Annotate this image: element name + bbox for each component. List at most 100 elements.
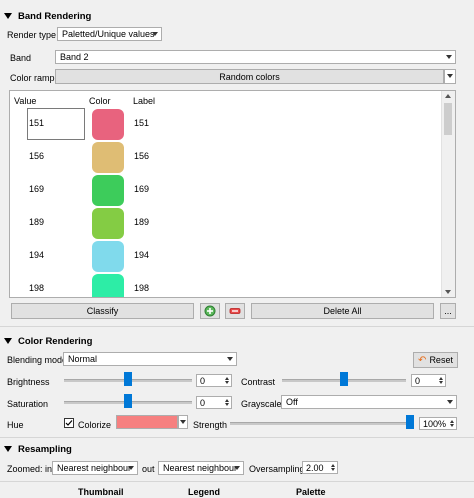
color-swatch[interactable] — [92, 241, 124, 272]
chevron-down-icon — [180, 420, 186, 424]
grayscale-select[interactable]: Off — [281, 395, 457, 409]
collapse-arrow-icon — [4, 13, 12, 19]
reset-button[interactable]: ↶ Reset — [413, 352, 458, 368]
oversampling-label: Oversampling — [249, 464, 305, 474]
minus-icon — [229, 308, 241, 314]
strength-spinbox[interactable]: 100% — [419, 417, 457, 430]
render-type-label: Render type — [7, 30, 57, 40]
section-divider — [0, 481, 474, 482]
spin-up-icon[interactable] — [225, 399, 229, 402]
table-row[interactable]: 151 151 — [10, 108, 443, 141]
strength-label: Strength — [193, 420, 228, 430]
table-row[interactable]: 156 156 — [10, 141, 443, 174]
chevron-down-icon — [227, 357, 233, 361]
spin-down-icon[interactable] — [439, 381, 443, 384]
strength-slider-handle[interactable] — [406, 415, 414, 429]
brightness-label: Brightness — [7, 377, 50, 387]
colorize-label: Colorize — [78, 420, 112, 430]
color-swatch[interactable] — [92, 175, 124, 206]
grayscale-label: Grayscale — [241, 399, 282, 409]
classify-button[interactable]: Classify — [11, 303, 194, 319]
color-ramp-label: Color ramp — [10, 73, 55, 83]
color-swatch[interactable] — [92, 274, 124, 297]
table-row[interactable]: 198 198 — [10, 273, 443, 297]
chevron-down-icon — [128, 466, 134, 470]
thumbnail-header: Thumbnail — [78, 487, 124, 497]
palette-table[interactable]: Value Color Label 151 151 156 156 169 16… — [9, 90, 456, 298]
band-select[interactable]: Band 2 — [55, 50, 456, 64]
legend-header: Legend — [188, 487, 221, 497]
resampling-header[interactable]: Resampling — [0, 441, 474, 457]
spin-down-icon[interactable] — [331, 468, 335, 471]
spin-up-icon[interactable] — [331, 464, 335, 467]
spin-down-icon[interactable] — [450, 424, 454, 427]
band-rendering-title: Band Rendering — [18, 10, 92, 22]
blending-mode-label: Blending mode — [7, 355, 68, 365]
color-ramp-dropdown[interactable] — [444, 69, 456, 84]
row-label: 189 — [134, 217, 150, 227]
color-swatch[interactable] — [92, 109, 124, 140]
render-type-select[interactable]: Paletted/Unique values — [57, 27, 162, 41]
blending-mode-select[interactable]: Normal — [63, 352, 237, 366]
brightness-slider-handle[interactable] — [124, 372, 132, 386]
table-row[interactable]: 194 194 — [10, 240, 443, 273]
row-label: 151 — [134, 118, 150, 128]
contrast-slider-handle[interactable] — [340, 372, 348, 386]
spin-down-icon[interactable] — [225, 381, 229, 384]
color-ramp-button[interactable]: Random colors — [55, 69, 444, 84]
chevron-down-icon — [447, 400, 453, 404]
colorize-color-button[interactable] — [116, 415, 178, 429]
chevron-down-icon — [152, 32, 158, 36]
scroll-thumb[interactable] — [444, 103, 452, 135]
spin-up-icon[interactable] — [450, 420, 454, 423]
oversampling-spinbox[interactable]: 2.00 — [302, 461, 338, 474]
remove-entry-button[interactable] — [225, 303, 245, 319]
collapse-arrow-icon — [4, 446, 12, 452]
zoomed-out-label: out — [142, 464, 155, 474]
palette-header: Palette — [296, 487, 326, 497]
color-swatch[interactable] — [92, 208, 124, 239]
band-label: Band — [10, 53, 32, 63]
row-value: 151 — [29, 118, 45, 128]
column-header-color: Color — [89, 96, 111, 106]
section-divider — [0, 326, 474, 327]
scroll-down-icon[interactable] — [445, 290, 451, 294]
color-rendering-title: Color Rendering — [18, 335, 93, 347]
spin-down-icon[interactable] — [225, 403, 229, 406]
scroll-up-icon[interactable] — [445, 94, 451, 98]
brightness-spinbox[interactable]: 0 — [196, 374, 232, 387]
saturation-slider-handle[interactable] — [124, 394, 132, 408]
zoomed-in-label: Zoomed: in — [7, 464, 53, 474]
column-header-label: Label — [133, 96, 156, 106]
strength-slider[interactable] — [230, 422, 412, 425]
add-entry-button[interactable] — [200, 303, 220, 319]
saturation-spinbox[interactable]: 0 — [196, 396, 232, 409]
colorize-checkbox[interactable] — [64, 418, 74, 428]
row-value: 169 — [29, 184, 45, 194]
chevron-down-icon — [446, 55, 452, 59]
color-swatch[interactable] — [92, 142, 124, 173]
row-label: 194 — [134, 250, 150, 260]
resampling-title: Resampling — [18, 443, 72, 455]
spin-up-icon[interactable] — [439, 377, 443, 380]
zoomed-out-select[interactable]: Nearest neighbour — [158, 461, 244, 475]
table-scrollbar[interactable] — [441, 91, 455, 297]
table-row[interactable]: 189 189 — [10, 207, 443, 240]
band-rendering-header[interactable]: Band Rendering — [0, 8, 474, 24]
more-options-button[interactable]: ... — [440, 303, 456, 319]
contrast-spinbox[interactable]: 0 — [411, 374, 446, 387]
section-divider — [0, 437, 474, 438]
zoomed-in-select[interactable]: Nearest neighbour — [52, 461, 138, 475]
contrast-label: Contrast — [241, 377, 276, 387]
saturation-label: Saturation — [7, 399, 49, 409]
row-label: 198 — [134, 283, 150, 293]
row-value: 189 — [29, 217, 45, 227]
colorize-color-dropdown[interactable] — [178, 415, 188, 429]
chevron-down-icon — [447, 74, 453, 78]
row-label: 169 — [134, 184, 150, 194]
row-label: 156 — [134, 151, 150, 161]
color-rendering-header[interactable]: Color Rendering — [0, 333, 474, 349]
delete-all-button[interactable]: Delete All — [251, 303, 434, 319]
spin-up-icon[interactable] — [225, 377, 229, 380]
table-row[interactable]: 169 169 — [10, 174, 443, 207]
